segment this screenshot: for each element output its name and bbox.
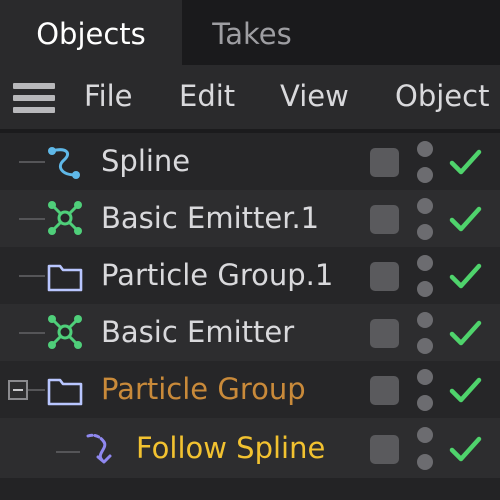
check-icon[interactable] [446, 430, 484, 468]
render-visibility-dot[interactable] [417, 224, 433, 240]
object-row[interactable]: Spline [0, 133, 500, 190]
object-name[interactable]: Basic Emitter.1 [101, 190, 319, 247]
edit-icon[interactable] [370, 319, 399, 348]
follow-spline-icon [86, 433, 112, 464]
object-row[interactable]: Particle Group [0, 361, 500, 418]
object-name[interactable]: Follow Spline [136, 418, 325, 478]
object-name[interactable]: Particle Group [101, 361, 306, 418]
collapse-icon[interactable] [8, 380, 28, 400]
edit-icon[interactable] [370, 148, 399, 177]
emitter-icon [48, 315, 82, 349]
object-name[interactable]: Basic Emitter [101, 304, 294, 361]
object-row[interactable]: Basic Emitter [0, 304, 500, 361]
editor-visibility-dot[interactable] [417, 198, 433, 214]
object-row[interactable]: Basic Emitter.1 [0, 190, 500, 247]
object-row[interactable]: Follow Spline [0, 418, 500, 478]
check-icon[interactable] [446, 257, 484, 295]
render-visibility-dot[interactable] [417, 167, 433, 183]
menu-view[interactable]: View [280, 65, 349, 129]
render-visibility-dot[interactable] [417, 281, 433, 297]
hamburger-menu-icon[interactable] [13, 83, 55, 113]
editor-visibility-dot[interactable] [417, 255, 433, 271]
render-visibility-dot[interactable] [417, 395, 433, 411]
emitter-icon [48, 201, 82, 235]
edit-icon[interactable] [370, 205, 399, 234]
editor-visibility-dot[interactable] [417, 312, 433, 328]
tab-objects[interactable]: Objects [0, 0, 182, 65]
edit-icon[interactable] [370, 435, 399, 464]
menu-object[interactable]: Object [395, 65, 489, 129]
editor-visibility-dot[interactable] [417, 369, 433, 385]
check-icon[interactable] [446, 314, 484, 352]
object-name[interactable]: Spline [101, 133, 190, 190]
object-row[interactable]: Particle Group.1 [0, 247, 500, 304]
editor-visibility-dot[interactable] [417, 141, 433, 157]
edit-icon[interactable] [370, 376, 399, 405]
check-icon[interactable] [446, 200, 484, 238]
folder-icon [47, 378, 83, 406]
object-name[interactable]: Particle Group.1 [101, 247, 333, 304]
check-icon[interactable] [446, 371, 484, 409]
menu-file[interactable]: File [84, 65, 133, 129]
tab-takes[interactable]: Takes [182, 0, 322, 65]
spline-icon [48, 147, 80, 179]
object-list: Spline Basic Emitter.1 Particle Group.1 … [0, 133, 500, 500]
render-visibility-dot[interactable] [417, 454, 433, 470]
editor-visibility-dot[interactable] [417, 427, 433, 443]
check-icon[interactable] [446, 143, 484, 181]
menu-edit[interactable]: Edit [179, 65, 235, 129]
tab-bar: Objects Takes [0, 0, 500, 65]
folder-icon [47, 264, 83, 292]
edit-icon[interactable] [370, 262, 399, 291]
render-visibility-dot[interactable] [417, 338, 433, 354]
menu-bar: File Edit View Object [0, 65, 500, 129]
